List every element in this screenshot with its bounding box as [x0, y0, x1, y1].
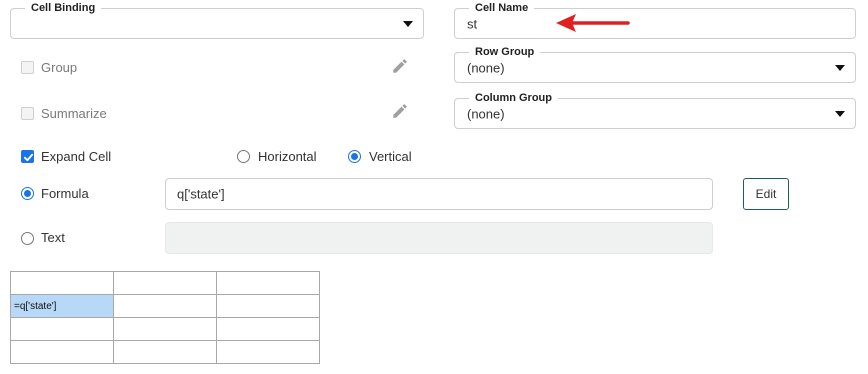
horizontal-radio[interactable]	[237, 150, 250, 163]
cell-name-value: st	[467, 16, 478, 31]
table-row	[10, 271, 320, 295]
column-group-select[interactable]: Column Group (none)	[454, 91, 856, 129]
vertical-radio[interactable]	[348, 150, 361, 163]
chevron-down-icon	[835, 64, 845, 71]
chevron-down-icon	[835, 110, 845, 117]
edit-button-label: Edit	[755, 187, 777, 201]
text-label: Text	[41, 230, 65, 245]
row-group-legend: Row Group	[469, 45, 541, 59]
text-input	[165, 222, 713, 254]
expand-cell-label: Expand Cell	[41, 149, 112, 164]
pencil-icon[interactable]	[391, 102, 409, 120]
grid-cell[interactable]	[113, 317, 217, 341]
grid-cell[interactable]	[10, 317, 114, 341]
grid-cell[interactable]	[113, 340, 217, 364]
summarize-checkbox[interactable]	[21, 107, 34, 120]
cell-name-legend: Cell Name	[469, 1, 535, 15]
chevron-down-icon	[403, 20, 413, 27]
column-group-value: (none)	[467, 106, 505, 121]
table-row	[10, 340, 320, 364]
check-icon	[23, 153, 34, 162]
grid-cell[interactable]	[216, 317, 320, 341]
text-radio[interactable]	[21, 232, 34, 245]
table-row	[10, 317, 320, 341]
grid-cell[interactable]	[10, 271, 114, 295]
grid-cell[interactable]	[216, 294, 320, 318]
formula-value: q['state']	[177, 186, 225, 202]
grid-cell-selected[interactable]: =q['state']	[10, 294, 114, 318]
grid-cell[interactable]	[113, 271, 217, 295]
summarize-label: Summarize	[41, 106, 107, 121]
expand-cell-checkbox[interactable]	[21, 150, 34, 163]
edit-button[interactable]: Edit	[743, 178, 789, 210]
row-group-select[interactable]: Row Group (none)	[454, 45, 856, 83]
grid-cell[interactable]	[216, 271, 320, 295]
column-group-legend: Column Group	[469, 91, 558, 105]
group-label: Group	[41, 60, 78, 75]
formula-label: Formula	[41, 186, 89, 201]
horizontal-label: Horizontal	[258, 149, 317, 164]
group-checkbox[interactable]	[21, 61, 34, 74]
grid-cell[interactable]	[113, 294, 217, 318]
cell-binding-select[interactable]: Cell Binding	[10, 1, 424, 39]
vertical-label: Vertical	[369, 149, 412, 164]
formula-radio[interactable]	[21, 187, 34, 200]
pencil-icon[interactable]	[391, 57, 409, 75]
table-row: =q['state']	[10, 294, 320, 318]
grid-cell[interactable]	[10, 340, 114, 364]
row-group-value: (none)	[467, 60, 505, 75]
grid-cell[interactable]	[216, 340, 320, 364]
cell-grid: =q['state']	[10, 271, 320, 364]
cell-binding-legend: Cell Binding	[25, 1, 102, 15]
red-arrow-icon	[556, 14, 630, 32]
cell-name-field[interactable]: Cell Name st	[454, 1, 856, 39]
formula-input[interactable]: q['state']	[165, 178, 713, 210]
